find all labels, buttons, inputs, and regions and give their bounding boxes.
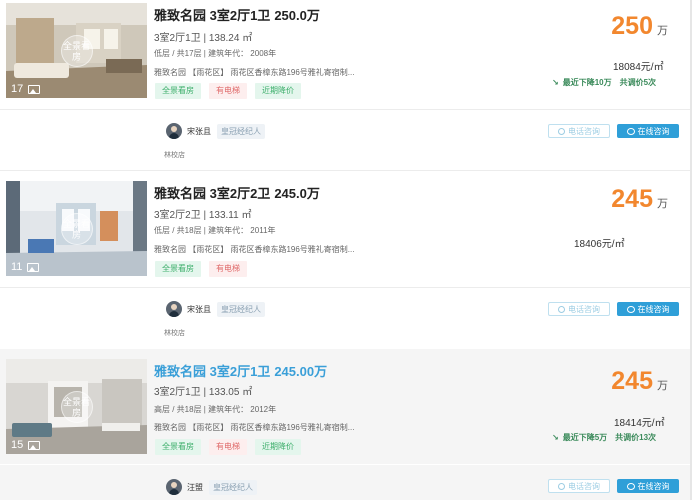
tag-elevator: 有电梯 (209, 83, 247, 99)
online-consult-button[interactable]: 在线咨询 (617, 479, 679, 493)
agent-badge: 皇冠经纪人 (217, 301, 265, 317)
chat-icon (626, 127, 635, 135)
listing-card[interactable]: 全景看房 11 雅致名园 3室2厅2卫 245.0万 3室2厅2卫 | 133.1… (0, 171, 692, 349)
agent-name[interactable]: 宋张且 (187, 126, 211, 137)
listing-photo[interactable]: 全景看房 17 (6, 3, 147, 98)
tag-list: 全景看房 有电梯 近期降价 (155, 83, 301, 99)
floor-year: 低层 / 共18层 | 建筑年代： 2011年 (154, 226, 276, 235)
phone-consult-button[interactable]: 电话咨询 (548, 124, 610, 138)
agent-info[interactable]: 汪盟 皇冠经纪人 (166, 479, 257, 495)
layout-area: 3室2厅2卫 | 133.11 ㎡ (154, 210, 252, 221)
tag-price-drop: 近期降价 (255, 439, 301, 455)
phone-icon (558, 127, 565, 135)
trend-down-icon: ↘ (552, 78, 559, 87)
unit-price: 18414元/㎡ (614, 418, 665, 429)
total-price: 245 万 (611, 185, 668, 213)
listing-photo[interactable]: 全景看房 15 (6, 359, 147, 454)
panorama-badge[interactable]: 全景看房 (60, 390, 93, 423)
photo-icon (27, 262, 40, 272)
layout-area: 3室2厅1卫 | 138.24 ㎡ (154, 33, 253, 44)
store-name: 林校店 (164, 330, 185, 337)
agent-info[interactable]: 宋张且 皇冠经纪人 (166, 301, 265, 317)
photo-count: 11 (11, 261, 40, 273)
panorama-badge[interactable]: 全景看房 (60, 212, 93, 245)
tag-price-drop: 近期降价 (255, 83, 301, 99)
tag-elevator: 有电梯 (209, 261, 247, 277)
store-name: 林校店 (164, 152, 185, 159)
photo-icon (28, 84, 41, 94)
listing-card[interactable]: 全景看房 17 雅致名园 3室2厅1卫 250.0万 3室2厅1卫 | 138.2… (0, 0, 692, 170)
photo-icon (28, 440, 41, 450)
price-drop-info: ↘ 最近下降10万 共调价5次 (552, 78, 657, 87)
floor-year: 高层 / 共18层 | 建筑年代： 2012年 (154, 405, 277, 414)
photo-count: 15 (11, 439, 41, 451)
avatar (166, 301, 182, 317)
listing-photo[interactable]: 全景看房 11 (6, 181, 147, 276)
listing-card[interactable]: 全景看房 15 雅致名园 3室2厅1卫 245.00万 3室2厅1卫 | 133.… (0, 349, 692, 500)
address[interactable]: 雅致名园 【雨花区】 雨花区香樟东路196号雅礼寄宿制... (154, 244, 354, 255)
agent-badge: 皇冠经纪人 (209, 479, 257, 495)
tag-panorama: 全景看房 (155, 261, 201, 277)
phone-icon (558, 482, 565, 490)
tag-panorama: 全景看房 (155, 439, 201, 455)
address[interactable]: 雅致名园 【雨花区】 雨花区香樟东路196号雅礼寄宿制... (154, 422, 354, 433)
total-price: 245 万 (611, 367, 668, 395)
agent-info[interactable]: 宋张且 皇冠经纪人 (166, 123, 265, 139)
tag-panorama: 全景看房 (155, 83, 201, 99)
trend-down-icon: ↘ (552, 433, 559, 442)
online-consult-button[interactable]: 在线咨询 (617, 124, 679, 138)
floor-year: 低层 / 共17层 | 建筑年代： 2008年 (154, 49, 277, 58)
photo-count: 17 (11, 83, 41, 95)
price-drop-info: ↘ 最近下降5万 共调价13次 (552, 433, 657, 442)
address[interactable]: 雅致名园 【雨花区】 雨花区香樟东路196号雅礼寄宿制... (154, 67, 354, 78)
tag-elevator: 有电梯 (209, 439, 247, 455)
avatar (166, 479, 182, 495)
layout-area: 3室2厅1卫 | 133.05 ㎡ (154, 387, 253, 398)
unit-price: 18084元/㎡ (613, 62, 664, 73)
avatar (166, 123, 182, 139)
listing-title[interactable]: 雅致名园 3室2厅2卫 245.0万 (154, 183, 320, 202)
phone-consult-button[interactable]: 电话咨询 (548, 479, 610, 493)
tag-list: 全景看房 有电梯 (155, 261, 247, 277)
unit-price: 18406元/㎡ (574, 239, 625, 250)
phone-icon (558, 305, 565, 313)
tag-list: 全景看房 有电梯 近期降价 (155, 439, 301, 455)
total-price: 250 万 (611, 12, 668, 40)
chat-icon (626, 305, 635, 313)
listing-title[interactable]: 雅致名园 3室2厅1卫 250.0万 (154, 5, 320, 24)
chat-icon (626, 482, 635, 490)
online-consult-button[interactable]: 在线咨询 (617, 302, 679, 316)
agent-name[interactable]: 宋张且 (187, 304, 211, 315)
panorama-badge[interactable]: 全景看房 (60, 34, 93, 67)
agent-badge: 皇冠经纪人 (217, 123, 265, 139)
phone-consult-button[interactable]: 电话咨询 (548, 302, 610, 316)
listing-title[interactable]: 雅致名园 3室2厅1卫 245.00万 (154, 361, 327, 380)
agent-name[interactable]: 汪盟 (187, 482, 203, 493)
